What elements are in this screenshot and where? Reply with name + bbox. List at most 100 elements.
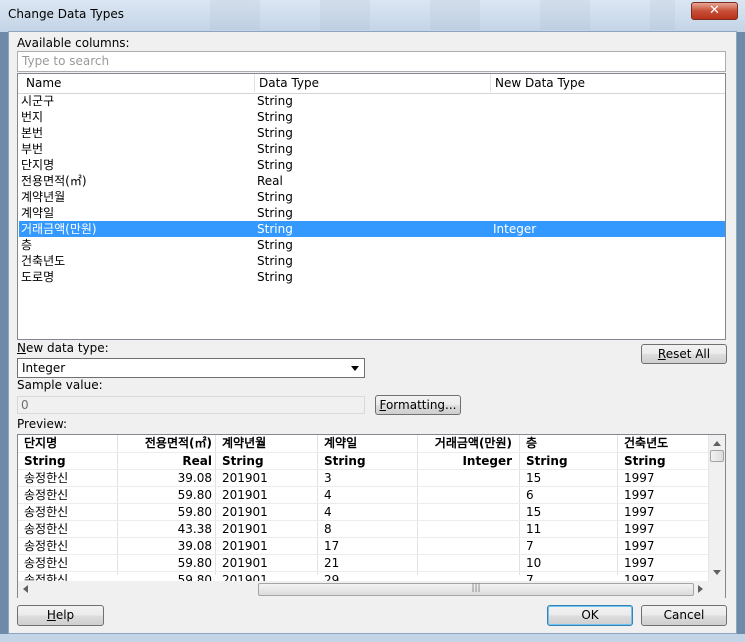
- columns-list[interactable]: Name Data Type New Data Type 시군구 String 번지…: [17, 73, 726, 340]
- table-cell: [424, 521, 512, 538]
- available-columns-label: Available columns:: [17, 36, 130, 50]
- list-item[interactable]: 건축년도 String: [19, 253, 725, 269]
- list-item[interactable]: 계약일 String: [19, 205, 725, 221]
- table-cell: 11: [526, 522, 542, 536]
- table-cell: 송정한신: [24, 471, 69, 485]
- preview-type-cell: String: [24, 454, 66, 468]
- table-cell: 59.80: [177, 556, 212, 570]
- list-item-name: 번지: [21, 110, 44, 124]
- table-cell: 201901: [222, 505, 268, 519]
- table-cell: 1997: [624, 522, 655, 536]
- list-item-type: Real: [257, 174, 283, 188]
- help-button[interactable]: Help: [17, 605, 104, 626]
- chevron-down-icon[interactable]: [351, 366, 359, 371]
- ok-button[interactable]: OK: [547, 605, 633, 626]
- table-cell: 6: [526, 488, 534, 502]
- column-header-new-data-type[interactable]: New Data Type: [495, 76, 585, 90]
- cancel-button[interactable]: Cancel: [641, 605, 727, 626]
- preview-vertical-scrollbar[interactable]: [708, 435, 725, 581]
- preview-type-cell: String: [222, 454, 264, 468]
- preview-header-cell: 건축년도: [624, 436, 669, 450]
- scroll-left-icon[interactable]: [23, 585, 28, 593]
- list-item-name: 시군구: [21, 94, 55, 108]
- table-cell: 201901: [222, 539, 268, 553]
- preview-header-cell: 계약년월: [222, 436, 267, 450]
- list-item-type: String: [257, 158, 293, 172]
- table-cell: [424, 538, 512, 555]
- horizontal-scroll-thumb[interactable]: |||: [258, 583, 694, 596]
- list-item[interactable]: 시군구 String: [19, 93, 725, 109]
- preview-type-cell: String: [324, 454, 366, 468]
- formatting-button[interactable]: Formatting...: [375, 395, 461, 415]
- table-cell: 201901: [222, 488, 268, 502]
- list-item-name: 층: [21, 238, 33, 252]
- grid-line: [18, 520, 708, 521]
- grip-icon: |||: [471, 583, 481, 593]
- list-item-name: 계약년월: [21, 190, 66, 204]
- new-data-type-label: New data type:: [17, 341, 109, 355]
- list-header: Name Data Type New Data Type: [18, 74, 725, 94]
- background-ghost: [150, 0, 675, 30]
- table-cell: 21: [324, 556, 340, 570]
- preview-header-cell: 전용면적(㎡): [144, 436, 212, 450]
- list-item-type: String: [257, 222, 293, 236]
- list-item-type: String: [257, 270, 293, 284]
- grid-line: [18, 486, 708, 487]
- new-data-type-select[interactable]: Integer: [17, 358, 365, 378]
- table-cell: 7: [526, 539, 534, 553]
- grid-line: [18, 537, 708, 538]
- list-item-name: 거래금액(만원): [21, 222, 97, 236]
- column-header-name[interactable]: Name: [26, 76, 61, 90]
- table-cell: 8: [324, 522, 332, 536]
- column-header-data-type[interactable]: Data Type: [259, 76, 319, 90]
- table-cell: 1997: [624, 471, 655, 485]
- sample-value-field: 0: [17, 396, 365, 414]
- table-cell: 39.08: [177, 539, 212, 553]
- preview-type-cell: Integer: [462, 454, 512, 468]
- grid-line: [18, 554, 708, 555]
- list-item[interactable]: 전용면적(㎡) Real: [19, 173, 725, 189]
- table-cell: 1997: [624, 539, 655, 553]
- close-button[interactable]: ✕: [691, 2, 738, 20]
- table-cell: 3: [324, 471, 332, 485]
- table-cell: 39.08: [177, 471, 212, 485]
- scroll-down-icon[interactable]: [713, 570, 721, 575]
- list-item-type: String: [257, 94, 293, 108]
- reset-all-button[interactable]: Reset All: [641, 344, 727, 364]
- header-divider[interactable]: [490, 74, 491, 92]
- preview-label: Preview:: [17, 417, 68, 431]
- scroll-up-icon[interactable]: [713, 441, 721, 446]
- header-divider[interactable]: [254, 74, 255, 92]
- list-item[interactable]: 번지 String: [19, 109, 725, 125]
- list-item-name: 단지명: [21, 158, 55, 172]
- list-item[interactable]: 단지명 String: [19, 157, 725, 173]
- table-cell: 15: [526, 471, 542, 485]
- preview-header-cell: 거래금액(만원): [434, 436, 512, 450]
- scroll-thumb[interactable]: [710, 450, 724, 462]
- grid-line: [18, 469, 708, 470]
- search-input[interactable]: Type to search: [17, 51, 726, 72]
- table-cell: 송정한신: [24, 488, 69, 502]
- list-item[interactable]: 본번 String: [19, 125, 725, 141]
- list-item-type: String: [257, 110, 293, 124]
- list-item[interactable]: 계약년월 String: [19, 189, 725, 205]
- table-cell: 201901: [222, 556, 268, 570]
- window-title: Change Data Types: [8, 7, 125, 21]
- preview-header-cell: 단지명: [24, 436, 58, 450]
- list-item-type: String: [257, 126, 293, 140]
- new-data-type-value: Integer: [22, 361, 66, 375]
- preview-type-cell: String: [624, 454, 666, 468]
- list-item[interactable]: 층 String: [19, 237, 725, 253]
- list-item[interactable]: 부번 String: [19, 141, 725, 157]
- list-item[interactable]: 도로명 String: [19, 269, 725, 285]
- scroll-right-icon[interactable]: [698, 585, 703, 593]
- table-cell: [424, 555, 512, 572]
- list-item-name: 부번: [21, 142, 44, 156]
- table-cell: 송정한신: [24, 556, 69, 570]
- table-cell: 17: [324, 539, 340, 553]
- list-item[interactable]: 거래금액(만원) String Integer: [19, 221, 725, 237]
- table-cell: 4: [324, 488, 332, 502]
- table-cell: 10: [526, 556, 542, 570]
- table-cell: 59.80: [177, 488, 212, 502]
- list-item-name: 계약일: [21, 206, 55, 220]
